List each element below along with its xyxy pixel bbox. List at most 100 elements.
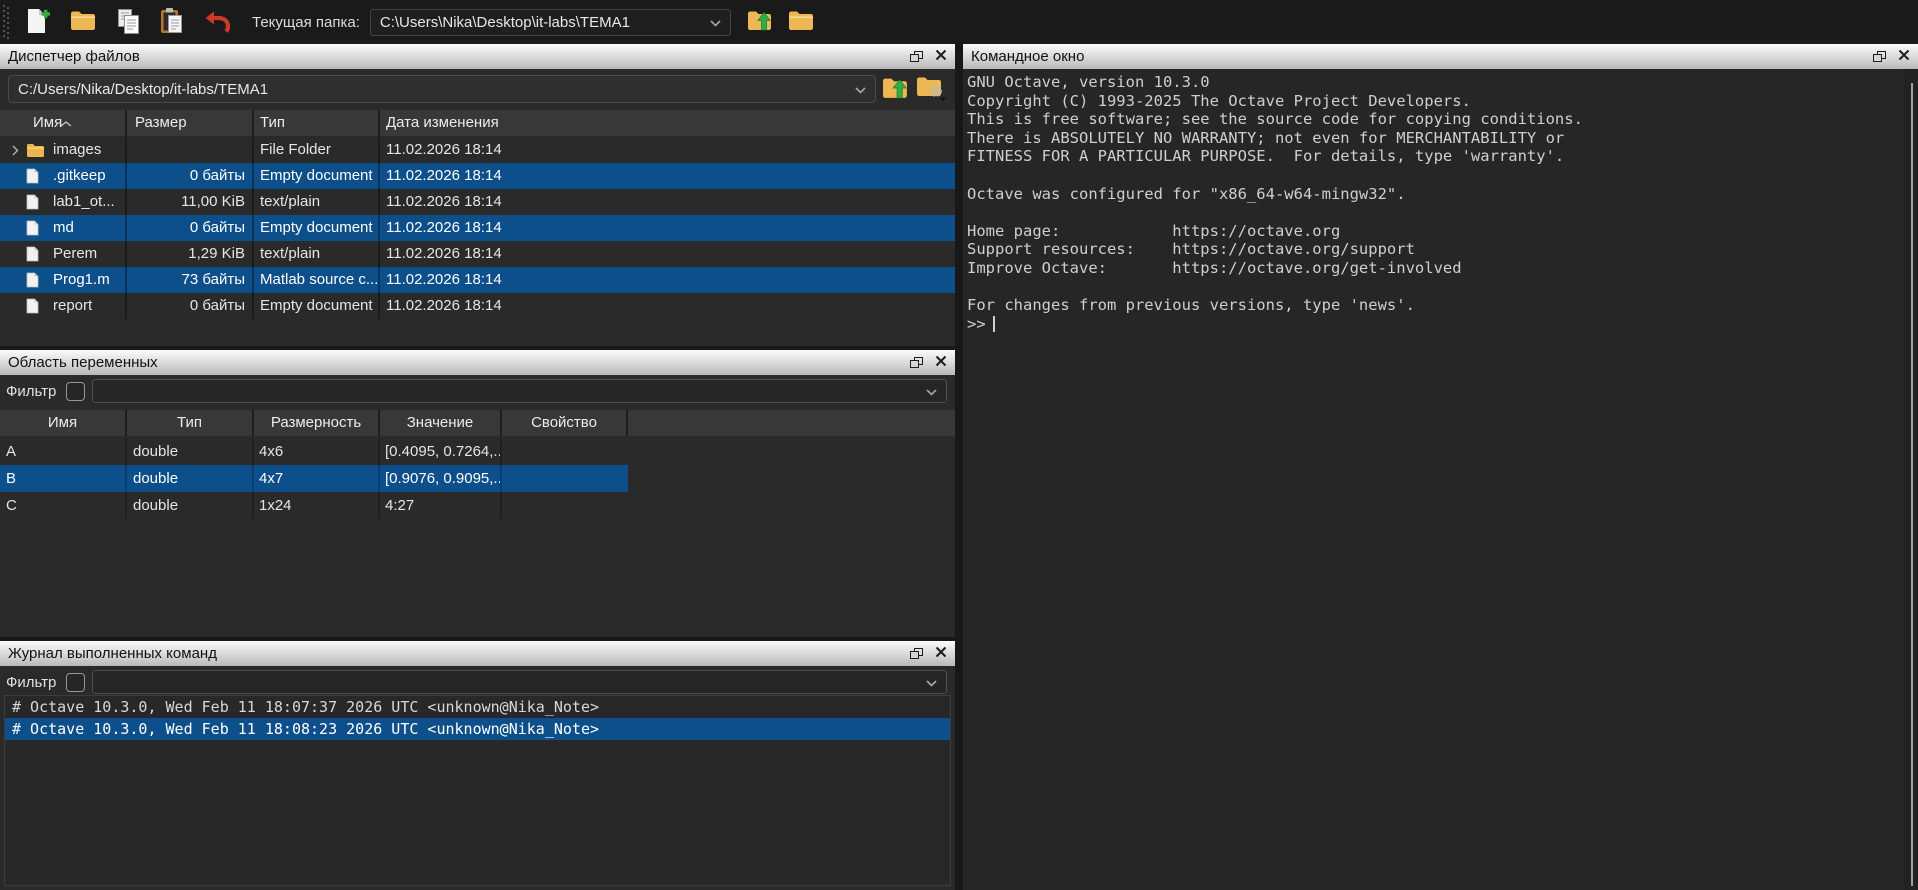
- close-icon: [935, 355, 947, 370]
- table-row[interactable]: Adouble4x6[0.4095, 0.7264,...: [0, 438, 955, 465]
- file-icon: [26, 272, 46, 288]
- table-row[interactable]: images File Folder 11.02.2026 18:14: [0, 137, 955, 163]
- workspace-panel: Область переменных Фильтр Имя Тип Размер…: [0, 350, 955, 637]
- workspace-table-body: Adouble4x6[0.4095, 0.7264,... Bdouble4x7…: [0, 438, 955, 519]
- table-row[interactable]: .gitkeep 0 байты Empty document 11.02.20…: [0, 163, 955, 189]
- folder-gear-icon: [916, 90, 948, 105]
- column-header-attribute[interactable]: Свойство: [502, 410, 628, 436]
- current-folder-value: C:\Users\Nika\Desktop\it-labs\TEMA1: [380, 14, 630, 31]
- command-history-titlebar[interactable]: Журнал выполненных команд: [0, 641, 955, 666]
- file-table-header: Имя Размер Тип Дата изменения: [0, 110, 955, 136]
- undo-icon: [204, 9, 230, 36]
- panel-title: Область переменных: [8, 354, 158, 371]
- close-icon: [935, 49, 947, 64]
- column-header-name[interactable]: Имя: [0, 110, 127, 136]
- file-browser-titlebar[interactable]: Диспетчер файлов: [0, 44, 955, 69]
- table-row[interactable]: Bdouble4x7[0.9076, 0.9095,...: [0, 465, 628, 492]
- open-button[interactable]: [68, 8, 98, 37]
- file-icon: [26, 220, 46, 236]
- file-table-body: images File Folder 11.02.2026 18:14 .git…: [0, 137, 955, 319]
- list-item[interactable]: # Octave 10.3.0, Wed Feb 11 18:08:23 202…: [5, 718, 950, 740]
- file-icon: [26, 168, 46, 184]
- panel-title: Командное окно: [971, 48, 1084, 65]
- table-row[interactable]: md 0 байты Empty document 11.02.2026 18:…: [0, 215, 955, 241]
- undock-icon: [910, 51, 923, 62]
- column-header-value[interactable]: Значение: [380, 410, 502, 436]
- command-history-list: # Octave 10.3.0, Wed Feb 11 18:07:37 202…: [4, 695, 951, 886]
- filter-combobox[interactable]: [92, 670, 947, 694]
- folder-up-icon: [747, 9, 774, 35]
- folder-up-button[interactable]: [745, 7, 776, 37]
- current-folder-combobox[interactable]: C:\Users\Nika\Desktop\it-labs\TEMA1: [370, 9, 731, 36]
- table-row[interactable]: Prog1.m 73 байты Matlab source c... 11.0…: [0, 267, 955, 293]
- workspace-titlebar[interactable]: Область переменных: [0, 350, 955, 375]
- history-filter-row: Фильтр: [0, 668, 955, 696]
- filter-checkbox[interactable]: [66, 673, 85, 692]
- prompt-symbol: >>: [967, 315, 986, 333]
- close-icon: [935, 646, 947, 661]
- folder-icon: [26, 143, 46, 158]
- text-cursor: [993, 316, 995, 332]
- filter-checkbox[interactable]: [66, 382, 85, 401]
- table-row[interactable]: Perem 1,29 KiB text/plain 11.02.2026 18:…: [0, 241, 955, 267]
- copy-icon: [116, 8, 140, 37]
- terminal-area[interactable]: GNU Octave, version 10.3.0 Copyright (C)…: [963, 69, 1903, 890]
- undock-icon: [910, 648, 923, 659]
- column-header-type[interactable]: Тип: [127, 410, 254, 436]
- command-window-titlebar[interactable]: Командное окно: [963, 44, 1918, 69]
- undock-button[interactable]: [910, 648, 923, 659]
- folder-actions-button[interactable]: [916, 75, 948, 105]
- column-header-date[interactable]: Дата изменения: [380, 110, 955, 136]
- chevron-down-icon: [710, 14, 721, 31]
- undock-icon: [910, 357, 923, 368]
- table-row[interactable]: report 0 байты Empty document 11.02.2026…: [0, 293, 955, 319]
- file-icon: [26, 298, 46, 314]
- table-row[interactable]: lab1_ot... 11,00 KiB text/plain 11.02.20…: [0, 189, 955, 215]
- file-icon: [26, 194, 46, 210]
- list-item[interactable]: # Octave 10.3.0, Wed Feb 11 18:07:37 202…: [5, 696, 950, 718]
- workspace-filter-row: Фильтр: [0, 377, 955, 405]
- undock-button[interactable]: [910, 51, 923, 62]
- filter-label: Фильтр: [6, 383, 56, 400]
- undo-button[interactable]: [202, 7, 232, 38]
- browse-folder-button[interactable]: [786, 7, 817, 37]
- table-row[interactable]: Cdouble1x244:27: [0, 492, 955, 519]
- filter-combobox[interactable]: [92, 379, 947, 403]
- sort-ascending-icon: [60, 110, 72, 136]
- one-directory-up-button[interactable]: [882, 75, 910, 104]
- panel-title: Журнал выполненных команд: [8, 645, 217, 662]
- close-button[interactable]: [1898, 49, 1910, 64]
- folder-open-icon: [70, 10, 96, 35]
- new-script-button[interactable]: [23, 5, 52, 39]
- octave-main-window: Текущая папка: C:\Users\Nika\Desktop\it-…: [0, 0, 1918, 890]
- column-header-dims[interactable]: Размерность: [254, 410, 380, 436]
- panel-title: Диспетчер файлов: [8, 48, 140, 65]
- column-header-name[interactable]: Имя: [0, 410, 127, 436]
- filter-label: Фильтр: [6, 674, 56, 691]
- path-combobox[interactable]: C:/Users/Nika/Desktop/it-labs/TEMA1: [8, 75, 876, 103]
- folder-up-icon: [882, 89, 910, 104]
- close-button[interactable]: [935, 646, 947, 661]
- undock-button[interactable]: [910, 357, 923, 368]
- close-button[interactable]: [935, 49, 947, 64]
- terminal-prompt-line: >>: [963, 315, 1903, 334]
- terminal-scrollbar[interactable]: [1903, 69, 1918, 890]
- file-icon: [26, 246, 46, 262]
- expander-icon[interactable]: [4, 145, 26, 156]
- folder-icon: [788, 9, 815, 35]
- terminal-banner: GNU Octave, version 10.3.0 Copyright (C)…: [963, 69, 1903, 315]
- close-button[interactable]: [935, 355, 947, 370]
- chevron-down-icon: [926, 674, 937, 691]
- column-header-size[interactable]: Размер: [127, 110, 254, 136]
- chevron-down-icon: [855, 81, 866, 98]
- workspace-table-header: Имя Тип Размерность Значение Свойство: [0, 410, 955, 436]
- clipboard-paste-icon: [160, 7, 184, 37]
- command-history-panel: Журнал выполненных команд Фильтр # Octav…: [0, 641, 955, 890]
- copy-button[interactable]: [114, 6, 142, 39]
- scrollbar-thumb[interactable]: [1911, 83, 1913, 886]
- current-folder-label: Текущая папка:: [252, 14, 360, 31]
- toolbar-drag-handle[interactable]: [3, 5, 9, 39]
- undock-button[interactable]: [1873, 51, 1886, 62]
- column-header-type[interactable]: Тип: [254, 110, 380, 136]
- paste-button[interactable]: [158, 5, 186, 39]
